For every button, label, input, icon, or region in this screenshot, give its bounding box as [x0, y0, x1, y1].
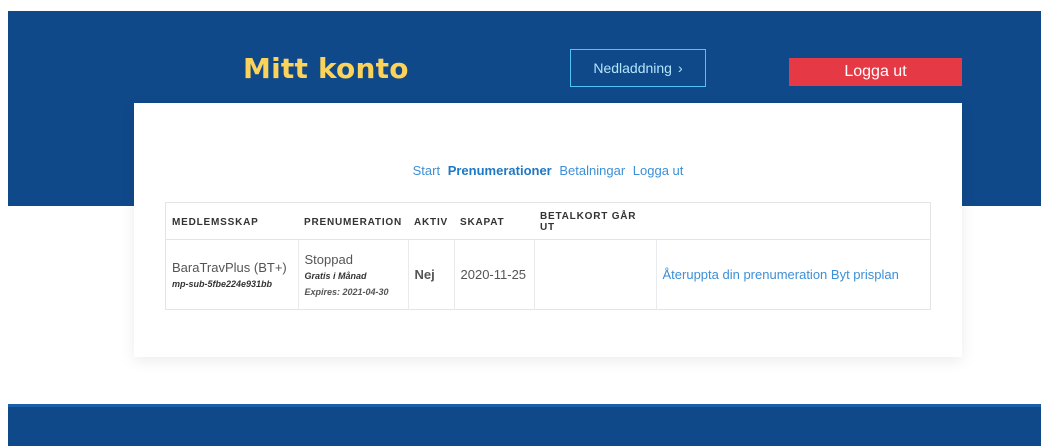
column-header-membership: MEDLEMSSKAP: [165, 202, 298, 240]
download-button[interactable]: Nedladdning ›: [570, 49, 706, 87]
subscription-expires: Expires: 2021-04-30: [304, 287, 389, 297]
cell-membership: BaraTravPlus (BT+) mp-sub-5fbe224e931bb: [165, 239, 299, 310]
membership-id: mp-sub-5fbe224e931bb: [172, 279, 273, 289]
table-row: BaraTravPlus (BT+) mp-sub-5fbe224e931bb …: [165, 239, 931, 310]
account-subnav: Start Prenumerationer Betalningar Logga …: [134, 163, 962, 178]
column-header-subscription: PRENUMERATION: [298, 202, 408, 240]
column-header-actions: [656, 202, 931, 240]
column-header-created: SKAPAT: [454, 202, 534, 240]
table-header-row: MEDLEMSSKAP PRENUMERATION AKTIV SKAPAT B…: [165, 202, 931, 240]
download-button-label: Nedladdning: [593, 60, 672, 76]
cell-active: Nej: [408, 239, 455, 310]
subscriptions-table: MEDLEMSSKAP PRENUMERATION AKTIV SKAPAT B…: [165, 202, 931, 310]
membership-name: BaraTravPlus (BT+): [172, 260, 287, 275]
cell-card-expires: [534, 239, 657, 310]
cell-created: 2020-11-25: [454, 239, 535, 310]
logout-button[interactable]: Logga ut: [789, 58, 962, 86]
resume-subscription-link[interactable]: Återuppta din prenumeration: [663, 267, 828, 282]
subnav-item-logout[interactable]: Logga ut: [633, 163, 684, 178]
column-header-card-expires: BETALKORT GÅR UT: [534, 202, 656, 240]
subnav-item-start[interactable]: Start: [413, 163, 440, 178]
cell-subscription: Stoppad Gratis i Månad Expires: 2021-04-…: [298, 239, 409, 310]
cell-actions: Återuppta din prenumeration Byt prisplan: [656, 240, 931, 310]
column-header-active: AKTIV: [408, 202, 454, 240]
footer-bar: [8, 404, 1041, 446]
subnav-item-subscriptions[interactable]: Prenumerationer: [448, 163, 552, 178]
account-card: Start Prenumerationer Betalningar Logga …: [134, 103, 962, 357]
subscription-status: Stoppad: [304, 252, 353, 267]
chevron-right-icon: ›: [677, 60, 683, 76]
subscription-plan: Gratis i Månad: [304, 271, 367, 281]
page-title: Mitt konto: [243, 52, 409, 85]
change-plan-link[interactable]: Byt prisplan: [831, 267, 899, 282]
subnav-item-payments[interactable]: Betalningar: [559, 163, 625, 178]
